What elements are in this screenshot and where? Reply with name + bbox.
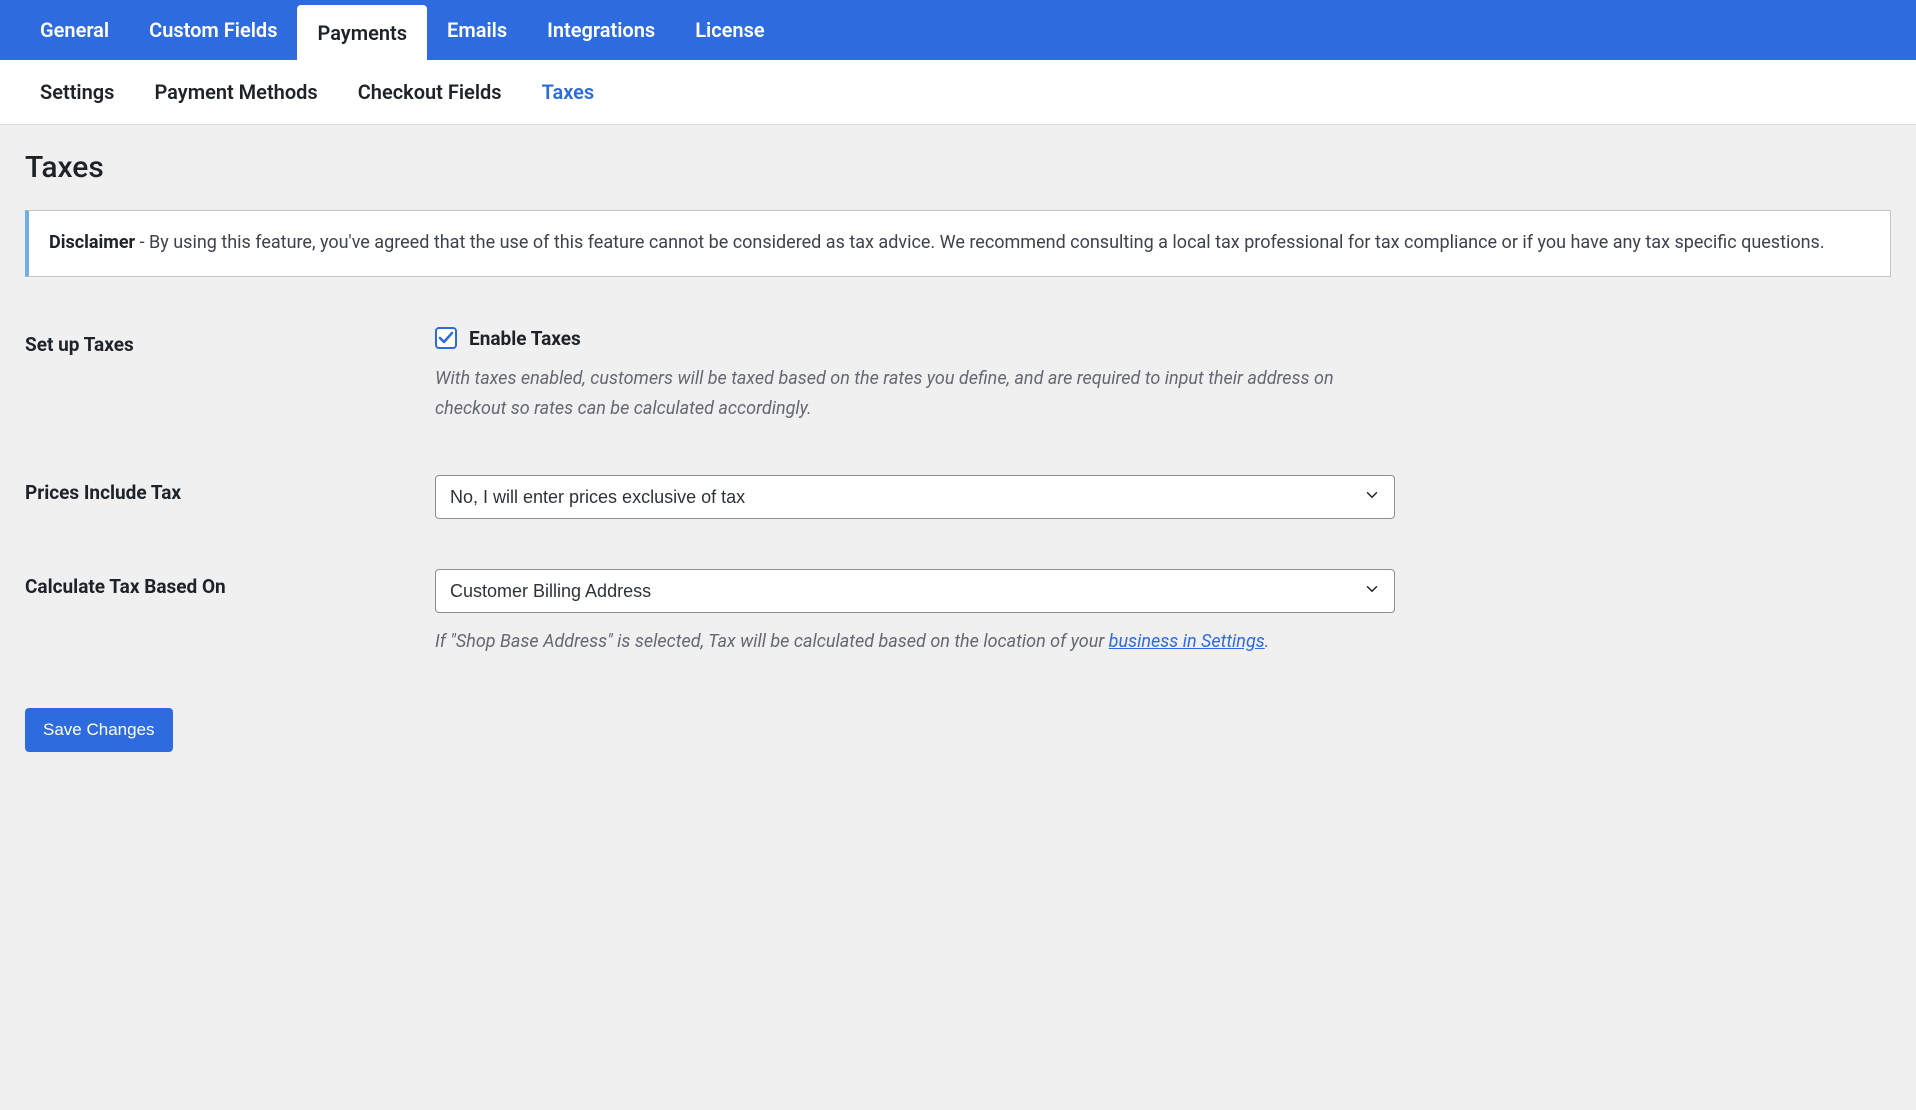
- main-tabs: General Custom Fields Payments Emails In…: [0, 0, 1916, 60]
- field-setup-taxes: Enable Taxes With taxes enabled, custome…: [435, 327, 1395, 425]
- settings-form: Set up Taxes Enable Taxes With taxes ena…: [25, 327, 1891, 658]
- select-wrapper-prices: No, I will enter prices exclusive of tax: [435, 475, 1395, 519]
- label-prices-include-tax: Prices Include Tax: [25, 475, 435, 504]
- label-calculate-tax: Calculate Tax Based On: [25, 569, 435, 598]
- calculate-tax-select[interactable]: Customer Billing Address: [435, 569, 1395, 613]
- subtab-settings[interactable]: Settings: [20, 80, 134, 104]
- page-title: Taxes: [25, 150, 1891, 185]
- calc-desc-prefix: If "Shop Base Address" is selected, Tax …: [435, 631, 1109, 652]
- check-icon: [438, 330, 454, 346]
- enable-taxes-label: Enable Taxes: [469, 327, 581, 350]
- checkbox-row-enable-taxes: Enable Taxes: [435, 327, 1395, 350]
- tab-emails[interactable]: Emails: [427, 0, 527, 60]
- field-calculate-tax: Customer Billing Address If "Shop Base A…: [435, 569, 1395, 658]
- tab-integrations[interactable]: Integrations: [527, 0, 675, 60]
- prices-include-tax-select[interactable]: No, I will enter prices exclusive of tax: [435, 475, 1395, 519]
- setup-taxes-description: With taxes enabled, customers will be ta…: [435, 364, 1395, 425]
- subtab-checkout-fields[interactable]: Checkout Fields: [338, 80, 522, 104]
- select-wrapper-calculate: Customer Billing Address: [435, 569, 1395, 613]
- tab-license[interactable]: License: [675, 0, 784, 60]
- disclaimer-label: Disclaimer: [49, 232, 135, 253]
- disclaimer-text: - By using this feature, you've agreed t…: [135, 232, 1824, 253]
- subtab-payment-methods[interactable]: Payment Methods: [134, 80, 337, 104]
- enable-taxes-checkbox[interactable]: [435, 327, 457, 349]
- content-area: Taxes Disclaimer - By using this feature…: [0, 125, 1916, 777]
- field-prices-include-tax: No, I will enter prices exclusive of tax: [435, 475, 1395, 519]
- row-calculate-tax: Calculate Tax Based On Customer Billing …: [25, 569, 1891, 658]
- tab-general[interactable]: General: [20, 0, 129, 60]
- label-setup-taxes: Set up Taxes: [25, 327, 435, 356]
- save-changes-button[interactable]: Save Changes: [25, 708, 173, 752]
- subtab-taxes[interactable]: Taxes: [522, 80, 615, 104]
- tab-custom-fields[interactable]: Custom Fields: [129, 0, 297, 60]
- disclaimer-notice: Disclaimer - By using this feature, you'…: [25, 210, 1891, 277]
- row-prices-include-tax: Prices Include Tax No, I will enter pric…: [25, 475, 1891, 519]
- sub-tabs: Settings Payment Methods Checkout Fields…: [0, 60, 1916, 125]
- calc-desc-suffix: .: [1265, 631, 1270, 652]
- business-settings-link[interactable]: business in Settings: [1109, 631, 1265, 652]
- calculate-tax-description: If "Shop Base Address" is selected, Tax …: [435, 627, 1395, 658]
- tab-payments[interactable]: Payments: [297, 5, 427, 60]
- row-setup-taxes: Set up Taxes Enable Taxes With taxes ena…: [25, 327, 1891, 425]
